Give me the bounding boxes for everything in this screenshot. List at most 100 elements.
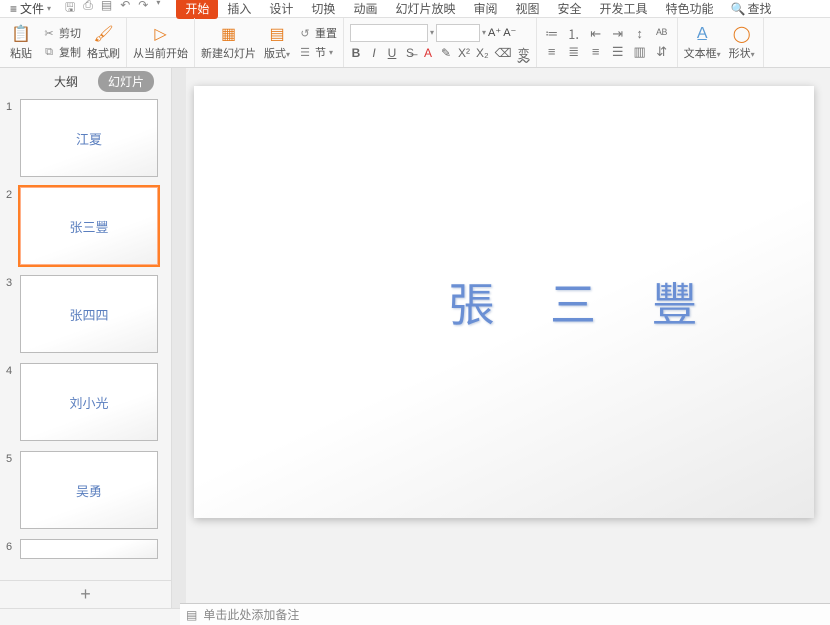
- cut-label: 剪切: [59, 25, 81, 41]
- subscript-button[interactable]: X₂: [476, 46, 489, 60]
- tab-developer[interactable]: 开发工具: [591, 0, 657, 19]
- ribbon-tabs: 开始 插入 设计 切换 动画 幻灯片放映 审阅 视图 安全 开发工具 特色功能: [176, 0, 722, 19]
- clipboard-group: 📋 粘贴 ✂剪切 ⧉复制 🖌 格式刷: [0, 18, 127, 67]
- tab-review[interactable]: 审阅: [464, 0, 506, 19]
- justify-button[interactable]: ☰: [609, 44, 627, 60]
- tab-insert[interactable]: 插入: [218, 0, 260, 19]
- search-button[interactable]: 🔍 查找: [731, 0, 772, 17]
- clear-format-button[interactable]: ⌫: [495, 46, 512, 60]
- reset-button[interactable]: ↺重置: [298, 24, 337, 42]
- increase-indent-button[interactable]: ⇥: [609, 26, 627, 42]
- slide-thumb-4[interactable]: 刘小光: [20, 363, 158, 441]
- increase-font-icon[interactable]: A⁺: [488, 26, 501, 39]
- textbox-icon: A̲: [692, 24, 712, 44]
- phonetic-button[interactable]: 变: [518, 45, 530, 62]
- bold-button[interactable]: B: [350, 46, 362, 60]
- text-direction-button[interactable]: ᴬᴮ: [653, 26, 671, 42]
- highlight-button[interactable]: ✎: [440, 46, 452, 60]
- slide-thumb-1[interactable]: 江夏: [20, 99, 158, 177]
- chevron-down-icon: ▾: [47, 4, 51, 13]
- tab-special[interactable]: 特色功能: [657, 0, 723, 19]
- align-right-button[interactable]: ≡: [587, 44, 605, 60]
- align-left-button[interactable]: ≡: [543, 44, 561, 60]
- tab-security[interactable]: 安全: [549, 0, 591, 19]
- preview-icon[interactable]: ▤: [101, 0, 112, 19]
- print-icon[interactable]: ⎙: [83, 0, 93, 19]
- add-slide-button[interactable]: +: [0, 580, 171, 608]
- align-center-button[interactable]: ≣: [565, 44, 583, 60]
- notes-pane[interactable]: ▤ 单击此处添加备注: [180, 603, 830, 625]
- ribbon: 📋 粘贴 ✂剪切 ⧉复制 🖌 格式刷 ▷ 从当前开始 ▦ 新建幻灯片: [0, 18, 830, 68]
- scissors-icon: ✂: [42, 26, 56, 40]
- tab-transition[interactable]: 切换: [302, 0, 344, 19]
- slide-number: 3: [6, 275, 16, 289]
- slide-thumb-row: 3 张四四: [6, 275, 165, 353]
- font-size-input[interactable]: [436, 24, 480, 42]
- slide-thumb-row: 6: [6, 539, 165, 559]
- section-button[interactable]: ☰节▾: [298, 43, 337, 61]
- slide-thumb-row: 5 吴勇: [6, 451, 165, 529]
- file-menu[interactable]: ≡ 文件 ▾: [4, 0, 57, 17]
- section-label: 节: [315, 44, 326, 60]
- quick-access: 🖫 ⎙ ▤ ↶ ↷ ▾: [59, 0, 166, 19]
- slide-thumb-5[interactable]: 吴勇: [20, 451, 158, 529]
- from-current-button[interactable]: ▷ 从当前开始: [133, 24, 188, 61]
- line-spacing-button[interactable]: ↕: [631, 26, 649, 42]
- new-slide-button[interactable]: ▦ 新建幻灯片: [201, 24, 256, 61]
- slide-thumb-3[interactable]: 张四四: [20, 275, 158, 353]
- outline-tab[interactable]: 大纲: [44, 71, 88, 92]
- paste-label: 粘贴: [10, 45, 32, 61]
- copy-button[interactable]: ⧉复制: [42, 43, 81, 61]
- tab-animation[interactable]: 动画: [344, 0, 386, 19]
- chevron-down-icon[interactable]: ▾: [430, 28, 434, 37]
- thumbnails-list: 1 江夏 2 张三豐 3 张四四 4 刘小光 5 吴勇 6: [0, 95, 171, 580]
- italic-button[interactable]: I: [368, 46, 380, 60]
- save-icon[interactable]: 🖫: [65, 0, 75, 19]
- textbox-label: 文本框: [684, 48, 717, 60]
- decrease-font-icon[interactable]: A⁻: [503, 26, 516, 39]
- undo-icon[interactable]: ↶: [120, 0, 130, 19]
- numbering-button[interactable]: ⒈: [565, 26, 583, 42]
- font-color-button[interactable]: A: [422, 46, 434, 60]
- tab-slideshow[interactable]: 幻灯片放映: [386, 0, 464, 19]
- thumb-text: 张三豐: [69, 217, 108, 236]
- bullets-button[interactable]: ≔: [543, 26, 561, 42]
- menu-bar: ≡ 文件 ▾ 🖫 ⎙ ▤ ↶ ↷ ▾ 开始 插入 设计 切换 动画 幻灯片放映 …: [0, 0, 830, 18]
- font-group: ▾ ▾ A⁺ A⁻ B I U S̶ A ✎ X² X₂ ⌫ 变: [344, 18, 537, 67]
- reset-label: 重置: [315, 25, 337, 41]
- slideshow-group: ▷ 从当前开始: [127, 18, 195, 67]
- underline-button[interactable]: U: [386, 46, 398, 60]
- decrease-indent-button[interactable]: ⇤: [587, 26, 605, 42]
- tab-start[interactable]: 开始: [176, 0, 218, 19]
- slide-thumb-2[interactable]: 张三豐: [20, 187, 158, 265]
- layout-button[interactable]: ▤ 版式▾: [262, 24, 292, 61]
- slide-thumb-6[interactable]: [20, 539, 158, 559]
- paste-button[interactable]: 📋 粘贴: [6, 24, 36, 61]
- strike-button[interactable]: S̶: [404, 46, 416, 60]
- search-icon: 🔍: [731, 2, 746, 16]
- slide-thumb-row: 4 刘小光: [6, 363, 165, 441]
- shape-button[interactable]: ◯ 形状▾: [727, 24, 757, 61]
- slides-group: ▦ 新建幻灯片 ▤ 版式▾ ↺重置 ☰节▾: [195, 18, 344, 67]
- cut-button[interactable]: ✂剪切: [42, 24, 81, 42]
- slide-thumb-row: 1 江夏: [6, 99, 165, 177]
- columns-button[interactable]: ▥: [631, 44, 649, 60]
- slides-tab[interactable]: 幻灯片: [98, 71, 154, 92]
- slide-title-text[interactable]: 張 三 豐: [289, 269, 720, 335]
- slide-number: 4: [6, 363, 16, 377]
- thumb-text: 张四四: [69, 305, 108, 324]
- slide-number: 2: [6, 187, 16, 201]
- format-painter-button[interactable]: 🖌 格式刷: [87, 24, 120, 61]
- slide-canvas[interactable]: 張 三 豐: [194, 86, 814, 518]
- align-vertical-button[interactable]: ⇵: [653, 44, 671, 60]
- customize-chevron-icon[interactable]: ▾: [156, 0, 160, 19]
- tab-view[interactable]: 视图: [506, 0, 548, 19]
- textbox-button[interactable]: A̲ 文本框▾: [684, 24, 721, 61]
- thumb-text: 江夏: [76, 129, 102, 148]
- redo-icon[interactable]: ↷: [138, 0, 148, 19]
- new-slide-icon: ▦: [219, 24, 239, 44]
- tab-design[interactable]: 设计: [260, 0, 302, 19]
- chevron-down-icon[interactable]: ▾: [482, 28, 486, 37]
- superscript-button[interactable]: X²: [458, 46, 470, 60]
- font-name-input[interactable]: [350, 24, 428, 42]
